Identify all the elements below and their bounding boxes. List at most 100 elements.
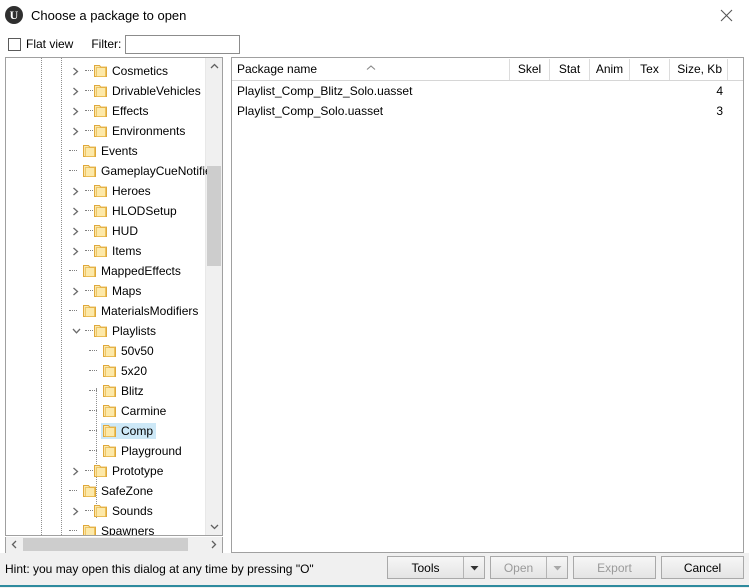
tools-button[interactable]: Tools xyxy=(387,556,485,579)
tree-item-materialsmodifiers[interactable]: MaterialsModifiers xyxy=(6,301,207,321)
cancel-button[interactable]: Cancel xyxy=(661,556,744,579)
package-row[interactable]: Playlist_Comp_Blitz_Solo.uasset4 xyxy=(232,81,743,101)
tree-connector xyxy=(84,221,92,241)
tree-item-sounds[interactable]: Sounds xyxy=(6,501,207,521)
tree-item-drivablevehicles[interactable]: DrivableVehicles xyxy=(6,81,207,101)
tree-item-playground[interactable]: Playground xyxy=(6,441,207,461)
tree-expand-toggle[interactable] xyxy=(68,181,84,201)
folder-icon xyxy=(92,81,109,101)
scroll-right-button[interactable] xyxy=(206,537,222,552)
folder-icon xyxy=(82,164,97,178)
package-row[interactable]: Playlist_Comp_Solo.uasset3 xyxy=(232,101,743,121)
tree-item-label: Comp xyxy=(118,423,156,439)
tree-expand-toggle[interactable] xyxy=(68,281,84,301)
tree-item-spawners[interactable]: Spawners xyxy=(6,521,207,535)
tree-item-blitz[interactable]: Blitz xyxy=(6,381,207,401)
package-list-panel[interactable]: Package nameSkelStatAnimTexSize, Kb Play… xyxy=(231,57,744,553)
tree-expand-toggle[interactable] xyxy=(68,61,84,81)
window-title: Choose a package to open xyxy=(31,8,186,23)
tree-horizontal-scrollbar[interactable] xyxy=(5,537,223,554)
tree-item-label: GameplayCueNotifies xyxy=(98,163,207,179)
unreal-engine-icon: U xyxy=(5,6,23,24)
tree-item-label: DrivableVehicles xyxy=(109,83,204,99)
folder-tree[interactable]: Cosmetics DrivableVehicles EffectsEnvironm… xyxy=(6,58,207,535)
tree-item-mappedeffects[interactable]: MappedEffects xyxy=(6,261,207,281)
tree-expand-toggle[interactable] xyxy=(68,201,84,221)
tree-expand-toggle[interactable] xyxy=(68,241,84,261)
tree-vertical-scrollbar[interactable] xyxy=(205,58,222,535)
flat-view-checkbox[interactable]: Flat view xyxy=(8,37,73,51)
tree-item-hud[interactable]: HUD xyxy=(6,221,207,241)
column-header-tex[interactable]: Tex xyxy=(630,59,670,80)
tree-expand-toggle[interactable] xyxy=(68,461,84,481)
package-list-body[interactable]: Playlist_Comp_Blitz_Solo.uasset4Playlist… xyxy=(232,81,743,121)
folder-icon xyxy=(102,404,117,418)
tree-hscrollbar-thumb[interactable] xyxy=(23,538,188,551)
tree-expand-toggle[interactable] xyxy=(68,501,84,521)
column-header-spacer xyxy=(728,59,743,80)
open-button-label[interactable]: Open xyxy=(491,557,546,578)
tree-item-label: Items xyxy=(109,243,144,259)
folder-icon xyxy=(92,501,109,521)
export-button[interactable]: Export xyxy=(573,556,656,579)
package-cell-skel xyxy=(510,101,550,121)
tree-item-5x20[interactable]: 5x20 xyxy=(6,361,207,381)
tools-dropdown-button[interactable] xyxy=(463,557,484,578)
tree-connector xyxy=(84,461,92,481)
tree-leaf-connector xyxy=(68,521,81,535)
tools-button-label[interactable]: Tools xyxy=(388,557,463,578)
tree-item-heroes[interactable]: Heroes xyxy=(6,181,207,201)
package-cell-name: Playlist_Comp_Blitz_Solo.uasset xyxy=(232,81,510,101)
column-header-anim[interactable]: Anim xyxy=(590,59,630,80)
scroll-up-button[interactable] xyxy=(206,58,222,74)
tree-leaf-connector xyxy=(88,421,101,441)
tree-item-comp[interactable]: Comp xyxy=(6,421,207,441)
folder-icon xyxy=(93,84,108,98)
folder-icon xyxy=(82,484,97,498)
tree-item-playlists[interactable]: Playlists xyxy=(6,321,207,341)
chevron-right-icon xyxy=(72,467,80,476)
tree-expand-toggle[interactable] xyxy=(68,221,84,241)
tree-item-gameplaycuenotifies[interactable]: GameplayCueNotifies xyxy=(6,161,207,181)
folder-tree-panel[interactable]: Cosmetics DrivableVehicles EffectsEnvironm… xyxy=(5,57,223,536)
tree-expand-toggle[interactable] xyxy=(68,121,84,141)
close-button[interactable] xyxy=(704,0,749,30)
tree-connector xyxy=(84,121,92,141)
folder-icon xyxy=(82,524,97,535)
scroll-down-button[interactable] xyxy=(206,519,222,535)
tree-item-maps[interactable]: Maps xyxy=(6,281,207,301)
column-header-stat[interactable]: Stat xyxy=(550,59,590,80)
package-list-header[interactable]: Package nameSkelStatAnimTexSize, Kb xyxy=(232,58,743,81)
open-button[interactable]: Open xyxy=(490,556,568,579)
tree-expand-toggle[interactable] xyxy=(68,321,84,341)
chevron-right-icon xyxy=(72,247,80,256)
checkbox-box[interactable] xyxy=(8,38,21,51)
tree-item-effects[interactable]: Effects xyxy=(6,101,207,121)
folder-icon xyxy=(93,224,108,238)
tree-item-safezone[interactable]: SafeZone xyxy=(6,481,207,501)
column-header-size[interactable]: Size, Kb xyxy=(670,59,728,80)
tree-item-events[interactable]: Events xyxy=(6,141,207,161)
chevron-right-icon xyxy=(72,207,80,216)
tree-item-50v50[interactable]: 50v50 xyxy=(6,341,207,361)
tree-item-environments[interactable]: Environments xyxy=(6,121,207,141)
tree-leaf-connector xyxy=(88,341,101,361)
tree-expand-toggle[interactable] xyxy=(68,101,84,121)
tree-item-cosmetics[interactable]: Cosmetics xyxy=(6,61,207,81)
filter-input[interactable] xyxy=(125,35,240,54)
tree-item-label: Heroes xyxy=(109,183,154,199)
tree-item-prototype[interactable]: Prototype xyxy=(6,461,207,481)
tree-expand-toggle[interactable] xyxy=(68,81,84,101)
tree-item-hlodsetup[interactable]: HLODSetup xyxy=(6,201,207,221)
open-dropdown-button[interactable] xyxy=(546,557,567,578)
column-header-skel[interactable]: Skel xyxy=(510,59,550,80)
main-content: Cosmetics DrivableVehicles EffectsEnvironm… xyxy=(0,57,749,553)
scroll-left-button[interactable] xyxy=(6,537,22,552)
folder-icon xyxy=(92,181,109,201)
tree-item-items[interactable]: Items xyxy=(6,241,207,261)
folder-icon xyxy=(92,281,109,301)
tree-item-label: SafeZone xyxy=(98,483,156,499)
chevron-right-icon xyxy=(72,187,80,196)
tree-scrollbar-thumb[interactable] xyxy=(207,166,221,266)
tree-item-carmine[interactable]: Carmine xyxy=(6,401,207,421)
